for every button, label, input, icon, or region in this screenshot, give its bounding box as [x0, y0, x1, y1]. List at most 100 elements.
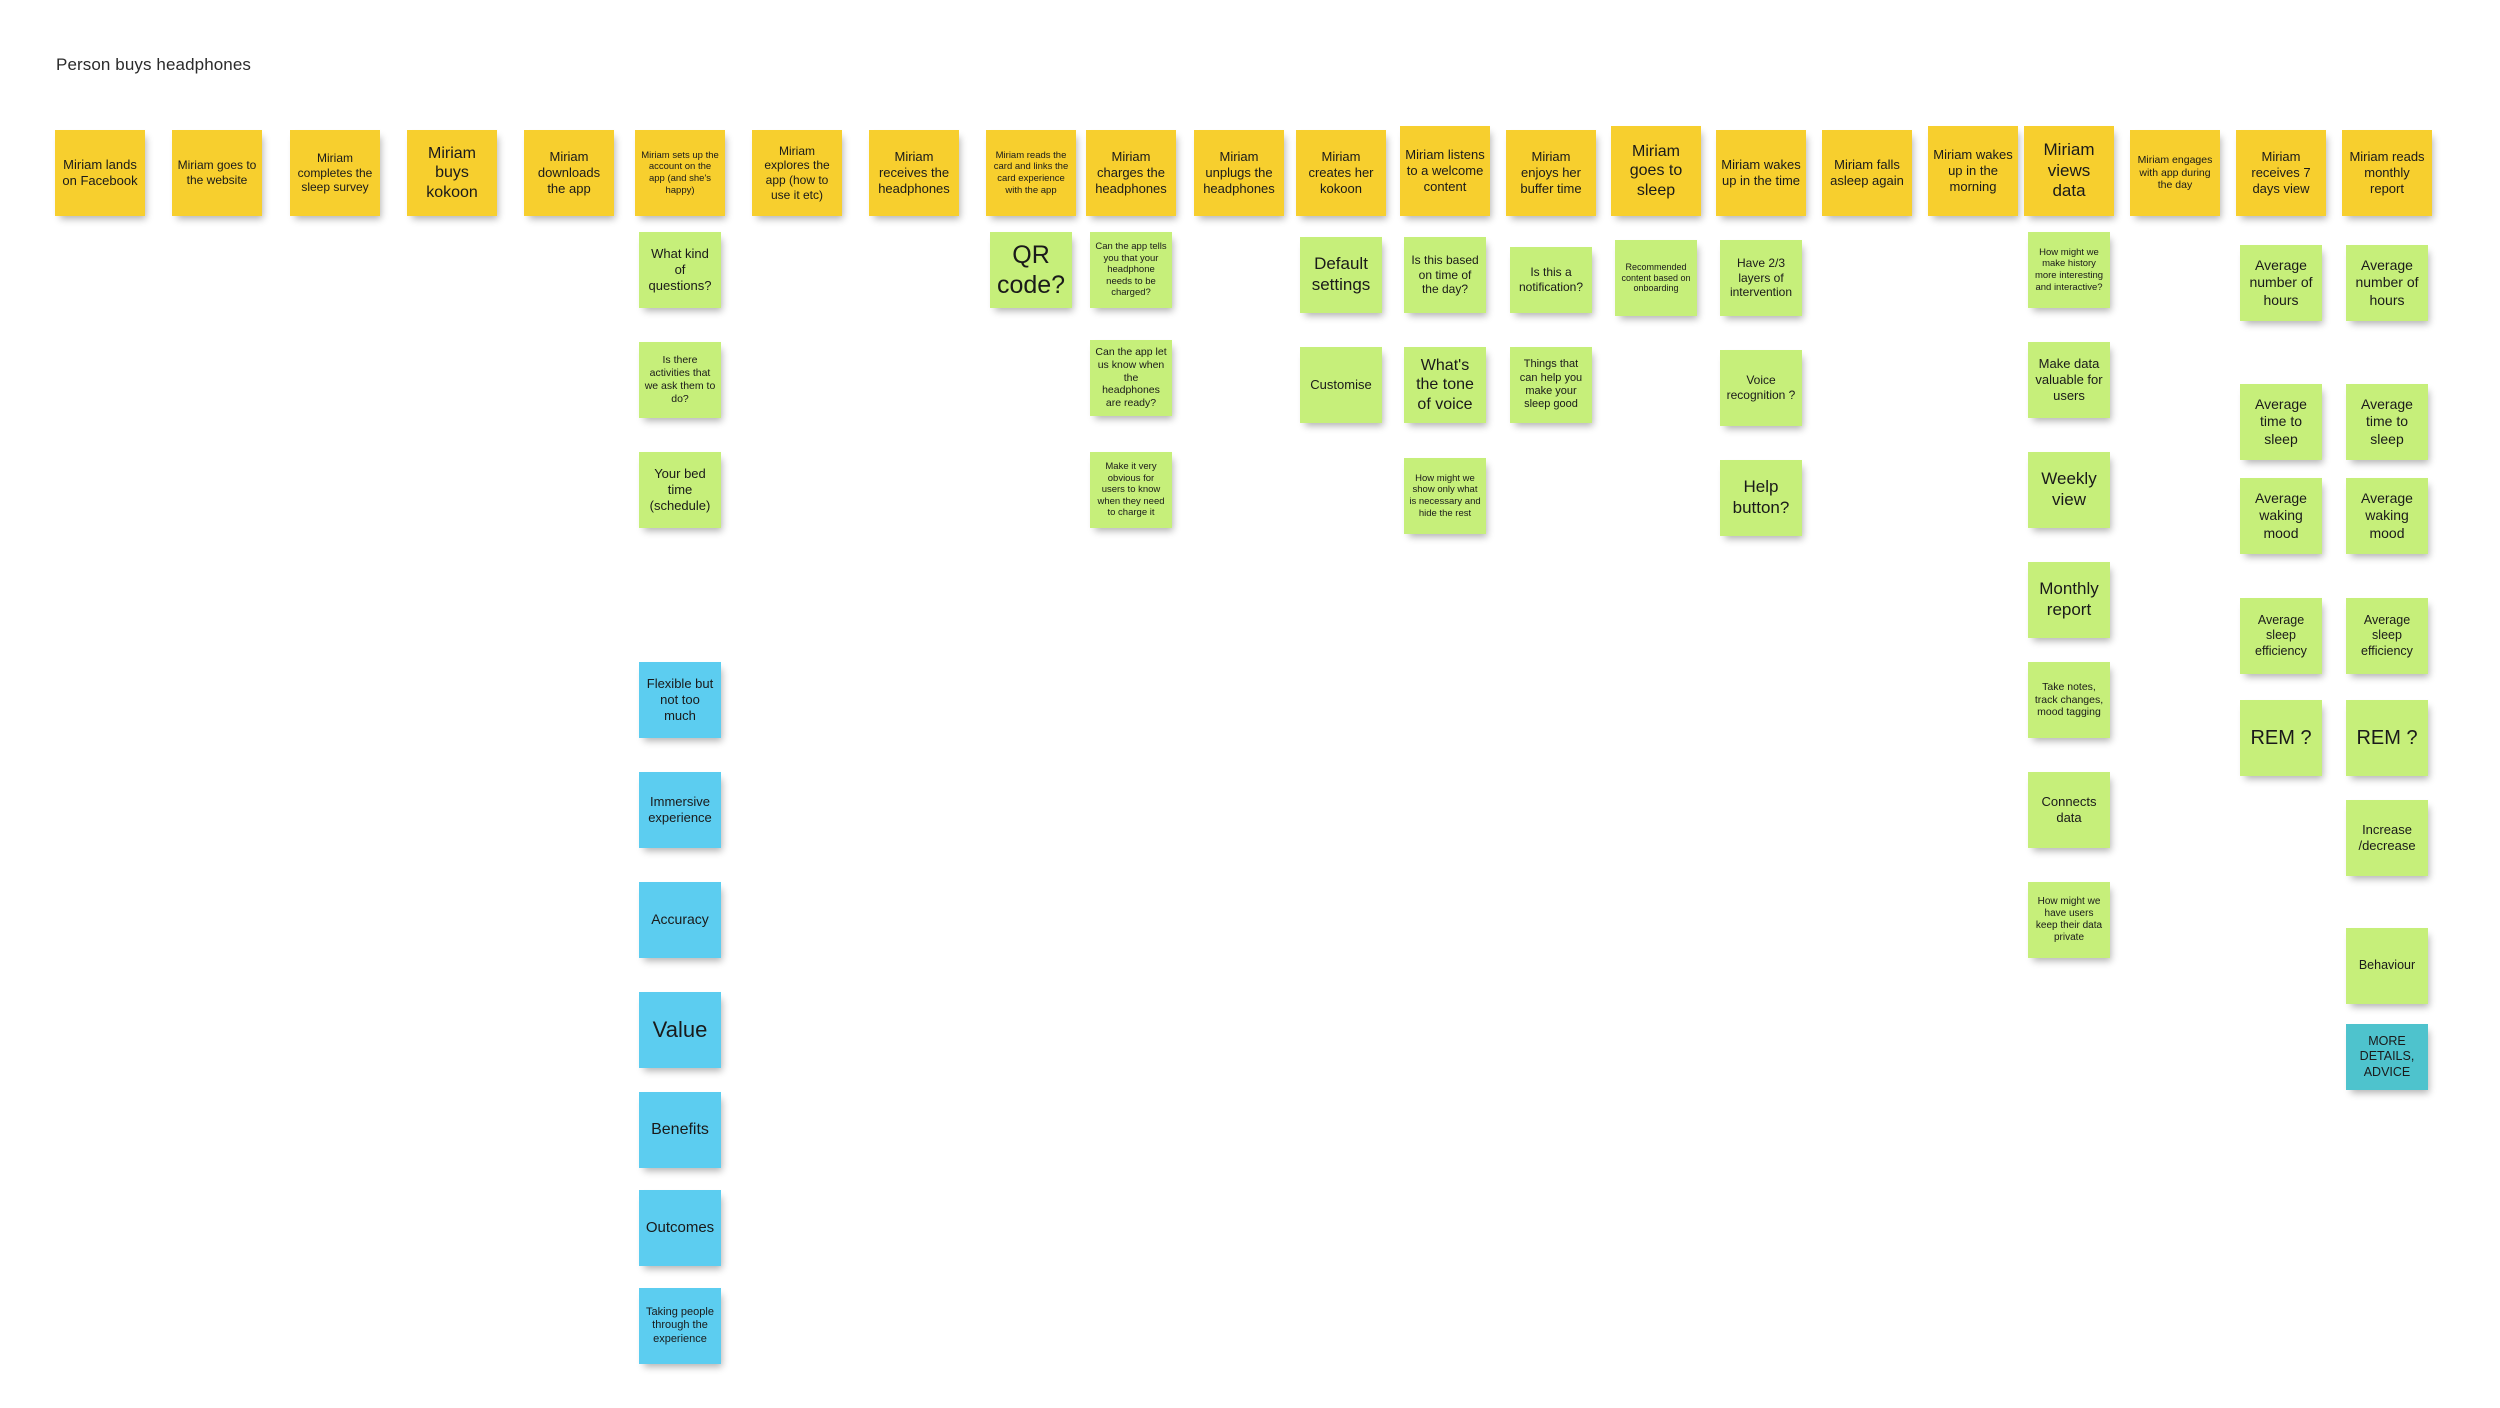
journey-step-note[interactable]: Miriam buys kokoon: [407, 130, 497, 216]
journey-step-note[interactable]: Miriam enjoys her buffer time: [1506, 130, 1596, 216]
idea-note[interactable]: Can the app let us know when the headpho…: [1090, 340, 1172, 416]
idea-note[interactable]: Make data valuable for users: [2028, 342, 2110, 418]
idea-note[interactable]: Is this based on time of the day?: [1404, 237, 1486, 313]
note-text: Average waking mood: [2255, 490, 2307, 541]
idea-note[interactable]: Recommended content based on onboarding: [1615, 240, 1697, 316]
note-text: Make data valuable for users: [2035, 356, 2103, 403]
idea-note[interactable]: Average sleep efficiency: [2240, 598, 2322, 674]
idea-note[interactable]: Weekly view: [2028, 452, 2110, 528]
note-text: Average time to sleep: [2255, 396, 2307, 447]
note-text: Can the app let us know when the headpho…: [1095, 346, 1167, 410]
idea-note[interactable]: Average time to sleep: [2346, 384, 2428, 460]
idea-note[interactable]: Average number of hours: [2346, 245, 2428, 321]
note-text: Things that can help you make your sleep…: [1519, 358, 1583, 411]
idea-note[interactable]: Accuracy: [639, 882, 721, 958]
journey-step-note[interactable]: Miriam completes the sleep survey: [290, 130, 380, 216]
note-text: Make it very obvious for users to know w…: [1097, 461, 1165, 519]
note-text: Default settings: [1311, 254, 1371, 294]
note-text: Accuracy: [651, 911, 709, 928]
note-text: Is there activities that we ask them to …: [644, 354, 716, 405]
journey-step-note[interactable]: Miriam reads monthly report: [2342, 130, 2432, 216]
journey-step-note[interactable]: Miriam views data: [2024, 126, 2114, 216]
note-text: Monthly report: [2039, 579, 2099, 619]
idea-note[interactable]: Increase /decrease: [2346, 800, 2428, 876]
note-text: How might we show only what is necessary…: [1409, 472, 1481, 519]
note-text: Behaviour: [2358, 958, 2416, 973]
note-text: Miriam goes to sleep: [1629, 142, 1683, 199]
journey-step-note[interactable]: Miriam wakes up in the time: [1716, 130, 1806, 216]
note-text: Take notes, track changes, mood tagging: [2034, 680, 2104, 719]
idea-note[interactable]: Is there activities that we ask them to …: [639, 342, 721, 418]
note-text: REM ?: [2356, 726, 2418, 749]
journey-step-note[interactable]: Miriam explores the app (how to use it e…: [752, 130, 842, 216]
journey-step-note[interactable]: Miriam wakes up in the morning: [1928, 126, 2018, 216]
idea-note[interactable]: Make it very obvious for users to know w…: [1090, 452, 1172, 528]
idea-note[interactable]: Average sleep efficiency: [2346, 598, 2428, 674]
journey-step-note[interactable]: Miriam engages with app during the day: [2130, 130, 2220, 216]
note-text: Miriam views data: [2043, 139, 2095, 201]
note-text: Is this a notification?: [1518, 265, 1584, 294]
note-text: Miriam enjoys her buffer time: [1520, 149, 1582, 196]
journey-step-note[interactable]: Miriam lands on Facebook: [55, 130, 145, 216]
idea-note[interactable]: QR code?: [990, 232, 1072, 308]
journey-step-note[interactable]: Miriam receives the headphones: [869, 130, 959, 216]
idea-note[interactable]: Voice recognition ?: [1720, 350, 1802, 426]
journey-step-note[interactable]: Miriam falls asleep again: [1822, 130, 1912, 216]
idea-note[interactable]: REM ?: [2240, 700, 2322, 776]
idea-note[interactable]: Customise: [1300, 347, 1382, 423]
idea-note[interactable]: Have 2/3 layers of intervention: [1720, 240, 1802, 316]
idea-note[interactable]: Immersive experience: [639, 772, 721, 848]
journey-step-note[interactable]: Miriam reads the card and links the card…: [986, 130, 1076, 216]
idea-note[interactable]: Average waking mood: [2240, 478, 2322, 554]
journey-step-note[interactable]: Miriam unplugs the headphones: [1194, 130, 1284, 216]
idea-note[interactable]: Average waking mood: [2346, 478, 2428, 554]
note-text: Miriam receives the headphones: [878, 149, 950, 196]
journey-step-note[interactable]: Miriam receives 7 days view: [2236, 130, 2326, 216]
note-text: Your bed time (schedule): [649, 466, 711, 513]
note-text: Average sleep efficiency: [2361, 613, 2413, 658]
idea-note[interactable]: Can the app tells you that your headphon…: [1090, 232, 1172, 308]
idea-note[interactable]: What's the tone of voice: [1404, 347, 1486, 423]
idea-note[interactable]: Default settings: [1300, 237, 1382, 313]
note-text: Average time to sleep: [2361, 396, 2413, 447]
idea-note[interactable]: Benefits: [639, 1092, 721, 1168]
note-text: Recommended content based on onboarding: [1621, 261, 1691, 294]
journey-step-note[interactable]: Miriam goes to the website: [172, 130, 262, 216]
idea-note[interactable]: Monthly report: [2028, 562, 2110, 638]
idea-note[interactable]: REM ?: [2346, 700, 2428, 776]
note-text: Miriam falls asleep again: [1830, 157, 1904, 188]
journey-step-note[interactable]: Miriam listens to a welcome content: [1400, 126, 1490, 216]
journey-step-note[interactable]: Miriam creates her kokoon: [1296, 130, 1386, 216]
idea-note[interactable]: Flexible but not too much: [639, 662, 721, 738]
idea-note[interactable]: Average time to sleep: [2240, 384, 2322, 460]
idea-note[interactable]: Outcomes: [639, 1190, 721, 1266]
idea-note[interactable]: Average number of hours: [2240, 245, 2322, 321]
note-text: How might we make history more interesti…: [2034, 246, 2104, 293]
note-text: Voice recognition ?: [1726, 373, 1796, 402]
note-text: Is this based on time of the day?: [1411, 253, 1479, 297]
idea-note[interactable]: Is this a notification?: [1510, 247, 1592, 313]
idea-note[interactable]: Taking people through the experience: [639, 1288, 721, 1364]
journey-step-note[interactable]: Miriam charges the headphones: [1086, 130, 1176, 216]
journey-step-note[interactable]: Miriam goes to sleep: [1611, 126, 1701, 216]
note-text: Have 2/3 layers of intervention: [1729, 256, 1793, 300]
note-text: Can the app tells you that your headphon…: [1095, 241, 1167, 299]
journey-step-note[interactable]: Miriam sets up the account on the app (a…: [635, 130, 725, 216]
idea-note[interactable]: Things that can help you make your sleep…: [1510, 347, 1592, 423]
idea-note[interactable]: Help button?: [1720, 460, 1802, 536]
idea-note[interactable]: Your bed time (schedule): [639, 452, 721, 528]
idea-note[interactable]: How might we have users keep their data …: [2028, 882, 2110, 958]
note-text: Outcomes: [645, 1218, 715, 1236]
note-text: Miriam buys kokoon: [426, 144, 478, 201]
journey-step-note[interactable]: Miriam downloads the app: [524, 130, 614, 216]
idea-note[interactable]: What kind of questions?: [639, 232, 721, 308]
idea-note[interactable]: Take notes, track changes, mood tagging: [2028, 662, 2110, 738]
idea-note[interactable]: Behaviour: [2346, 928, 2428, 1004]
idea-note[interactable]: Connects data: [2028, 772, 2110, 848]
idea-note[interactable]: How might we make history more interesti…: [2028, 232, 2110, 308]
idea-note[interactable]: MORE DETAILS, ADVICE: [2346, 1024, 2428, 1090]
note-text: Average number of hours: [2355, 257, 2419, 308]
idea-note[interactable]: Value: [639, 992, 721, 1068]
idea-note[interactable]: How might we show only what is necessary…: [1404, 458, 1486, 534]
note-text: How might we have users keep their data …: [2035, 895, 2103, 944]
